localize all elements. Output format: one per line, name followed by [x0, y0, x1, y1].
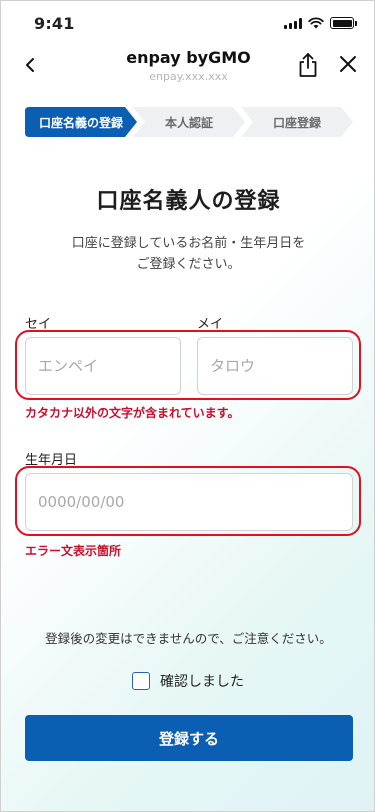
register-button[interactable]: 登録する [25, 715, 353, 761]
step-3-account-registration: 口座登録 [241, 107, 353, 137]
change-notice: 登録後の変更はできませんので、ご注意ください。 [45, 631, 332, 646]
status-icons [284, 17, 357, 29]
progress-stepper: 口座名義の登録 本人認証 口座登録 [25, 107, 353, 137]
share-icon[interactable] [296, 51, 320, 79]
wifi-icon [308, 17, 324, 29]
confirm-checkbox[interactable] [132, 672, 150, 690]
step-1-account-name: 口座名義の登録 [25, 107, 137, 137]
name-error-message: カタカナ以外の文字が含まれています。 [25, 406, 240, 420]
status-time: 9:41 [34, 14, 75, 33]
close-icon[interactable] [337, 53, 359, 75]
battery-icon [330, 17, 357, 29]
screen: 9:41 enpay byGMO enpay.xxx.xxx 口座名義の登録 本… [0, 0, 375, 812]
sei-input[interactable] [25, 337, 181, 395]
birthdate-error-message: エラー文表示箇所 [25, 544, 122, 558]
confirm-checkbox-row[interactable]: 確認しました [132, 671, 244, 691]
step-2-identity-verification: 本人認証 [133, 107, 245, 137]
page-description: 口座に登録しているお名前・生年月日を ご登録ください。 [1, 233, 374, 275]
nav-bar: enpay byGMO enpay.xxx.xxx [1, 45, 374, 97]
page-title: 口座名義人の登録 [96, 189, 281, 214]
status-bar: 9:41 [1, 1, 374, 45]
cellular-signal-icon [284, 17, 302, 29]
step-1-label: 口座名義の登録 [38, 115, 123, 130]
birthdate-input[interactable] [25, 473, 353, 531]
step-3-label: 口座登録 [272, 115, 321, 130]
confirm-label: 確認しました [160, 674, 244, 690]
description-line-2: ご登録ください。 [136, 257, 241, 272]
description-line-1: 口座に登録しているお名前・生年月日を [71, 236, 306, 251]
step-2-label: 本人認証 [164, 115, 213, 130]
mei-input[interactable] [197, 337, 353, 395]
